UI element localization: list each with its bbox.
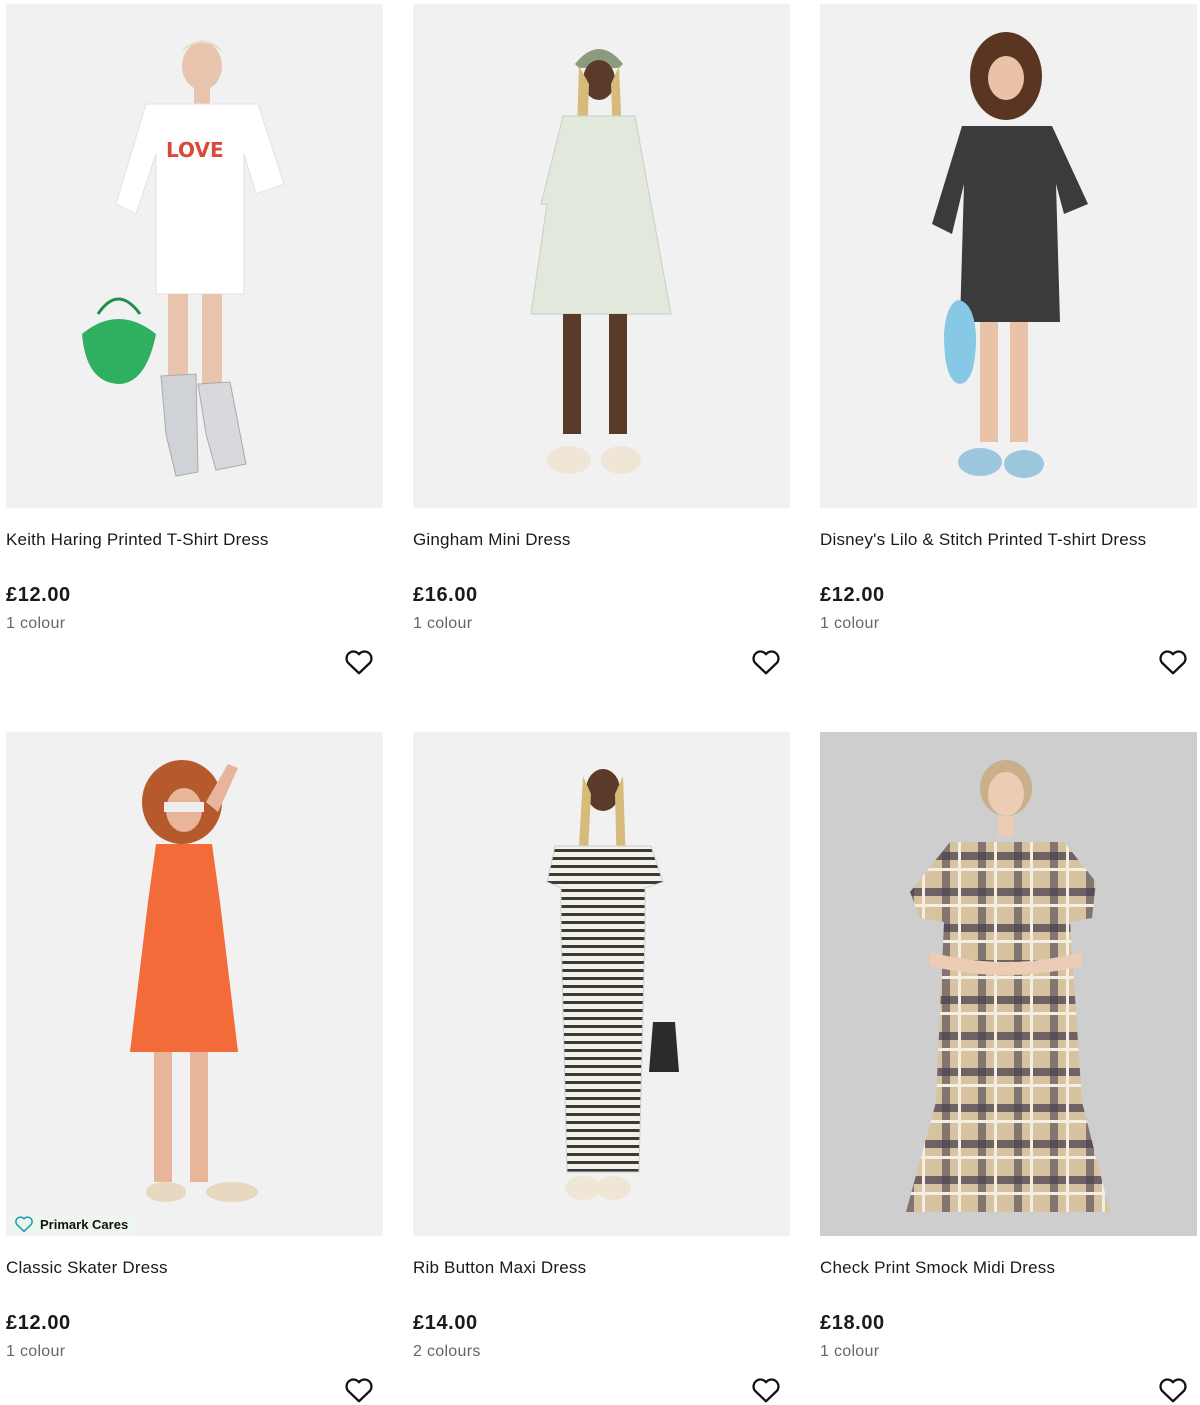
primark-cares-badge: Primark Cares	[10, 1212, 137, 1236]
heart-outline-icon	[1159, 650, 1187, 675]
product-price: £12.00	[820, 584, 885, 606]
product-card[interactable]: Rib Button Maxi Dress £14.00 2 colours	[413, 732, 790, 1405]
product-price: £14.00	[413, 1312, 478, 1334]
heart-icon	[15, 1216, 33, 1233]
product-title[interactable]: Check Print Smock Midi Dress	[820, 1258, 1055, 1278]
product-card[interactable]: Gingham Mini Dress £16.00 1 colour	[413, 4, 790, 704]
heart-outline-icon	[1159, 1378, 1187, 1403]
product-image[interactable]: LOVE	[6, 4, 383, 508]
product-price: £16.00	[413, 584, 478, 606]
heart-outline-icon	[752, 650, 780, 675]
heart-outline-icon	[345, 650, 373, 675]
product-card[interactable]: Check Print Smock Midi Dress £18.00 1 co…	[820, 732, 1197, 1405]
product-image[interactable]	[413, 4, 790, 508]
product-colours: 1 colour	[413, 615, 473, 632]
product-card[interactable]: Primark Cares Classic Skater Dress £12.0…	[6, 732, 383, 1405]
model-photo	[546, 769, 679, 1200]
add-to-wishlist-button[interactable]	[1158, 648, 1188, 676]
product-colours: 1 colour	[6, 615, 66, 632]
product-image[interactable]	[820, 732, 1197, 1236]
svg-text:LOVE: LOVE	[166, 138, 224, 162]
model-photo	[932, 32, 1088, 478]
model-photo	[130, 760, 258, 1202]
product-card[interactable]: LOVE Keith Haring Printed T-Shirt Dress …	[6, 4, 383, 704]
badge-label: Primark Cares	[40, 1216, 129, 1232]
product-title[interactable]: Rib Button Maxi Dress	[413, 1258, 586, 1278]
add-to-wishlist-button[interactable]	[1158, 1376, 1188, 1404]
add-to-wishlist-button[interactable]	[751, 1376, 781, 1404]
add-to-wishlist-button[interactable]	[344, 648, 374, 676]
product-price: £18.00	[820, 1312, 885, 1334]
product-title[interactable]: Gingham Mini Dress	[413, 530, 571, 550]
heart-outline-icon	[345, 1378, 373, 1403]
model-photo: LOVE	[82, 40, 285, 477]
heart-outline-icon	[752, 1378, 780, 1403]
add-to-wishlist-button[interactable]	[344, 1376, 374, 1404]
product-price: £12.00	[6, 584, 71, 606]
product-image[interactable]	[6, 732, 383, 1236]
product-price: £12.00	[6, 1312, 71, 1334]
model-photo	[906, 760, 1110, 1212]
product-image[interactable]	[820, 4, 1197, 508]
product-title[interactable]: Disney's Lilo & Stitch Printed T-shirt D…	[820, 530, 1146, 550]
model-photo	[530, 49, 672, 474]
product-title[interactable]: Classic Skater Dress	[6, 1258, 168, 1278]
add-to-wishlist-button[interactable]	[751, 648, 781, 676]
product-colours: 2 colours	[413, 1343, 481, 1360]
product-card[interactable]: Disney's Lilo & Stitch Printed T-shirt D…	[820, 4, 1197, 704]
product-title[interactable]: Keith Haring Printed T-Shirt Dress	[6, 530, 269, 550]
product-colours: 1 colour	[6, 1343, 66, 1360]
product-colours: 1 colour	[820, 1343, 880, 1360]
product-image[interactable]	[413, 732, 790, 1236]
product-colours: 1 colour	[820, 615, 880, 632]
